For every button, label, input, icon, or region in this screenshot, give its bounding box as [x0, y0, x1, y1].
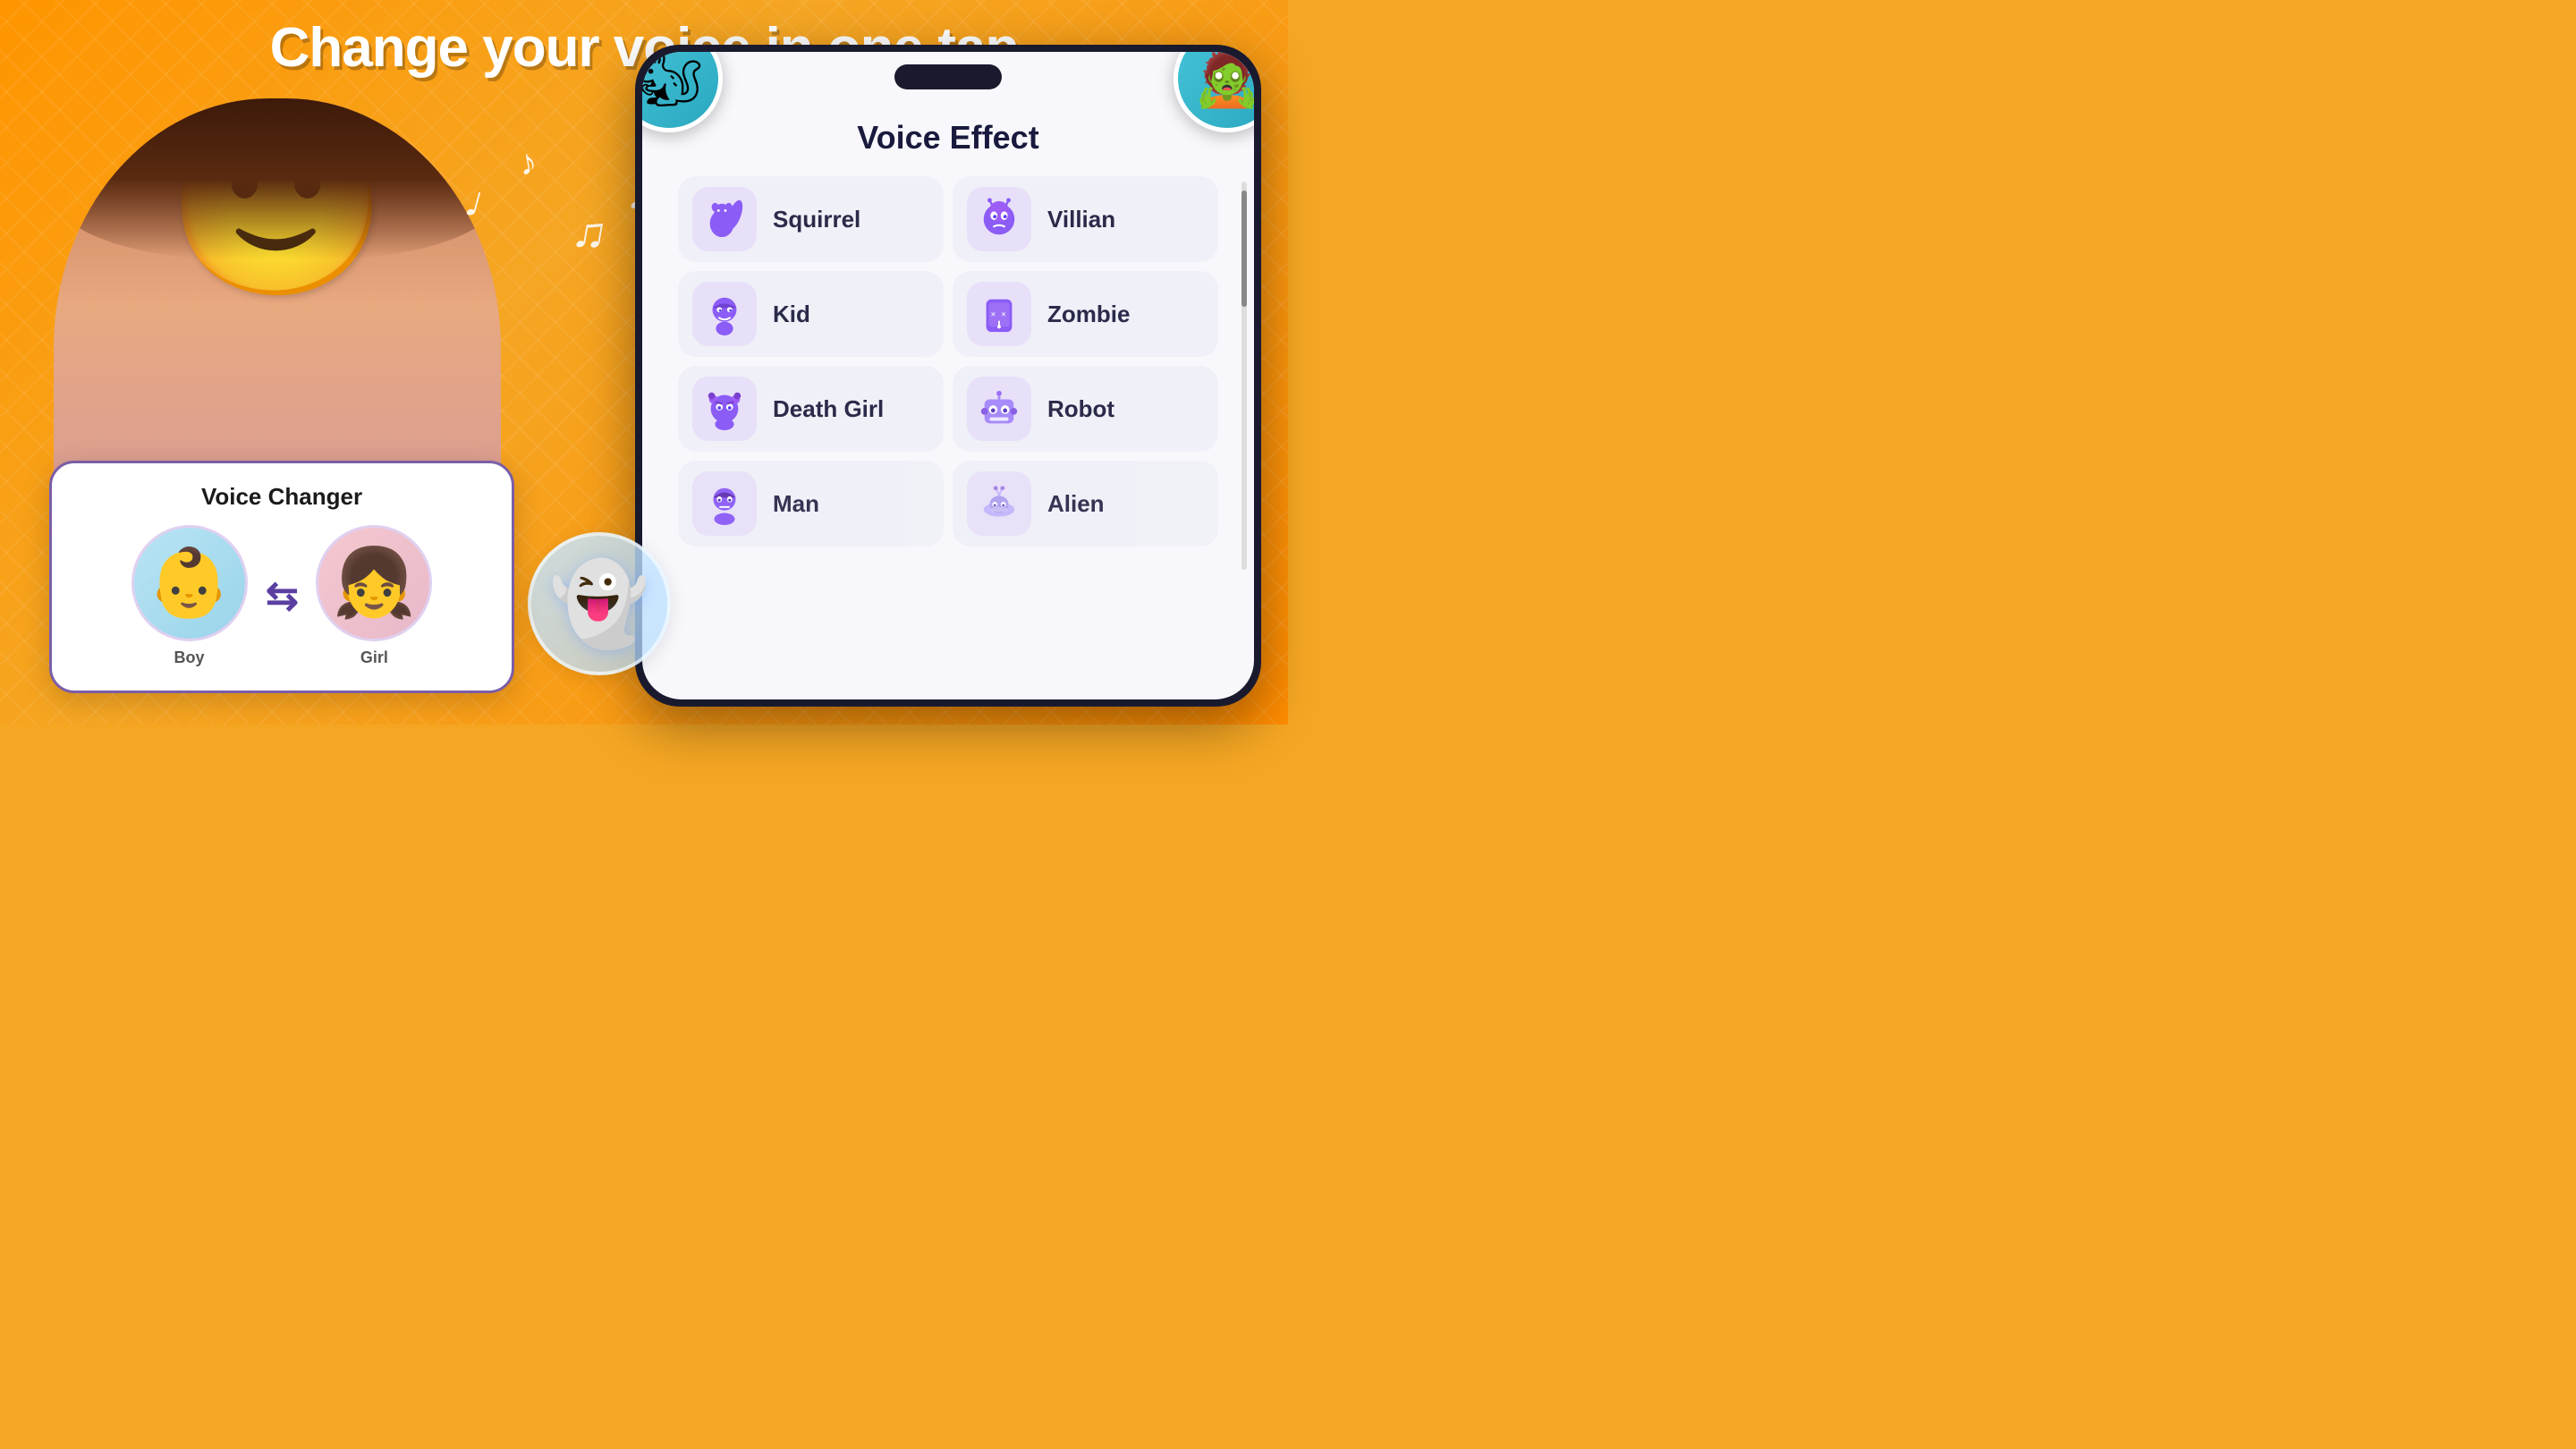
girl-label: Girl	[360, 648, 388, 667]
voice-changer-box: Voice Changer 👶 Boy ⇄ 👧 Girl	[49, 461, 514, 693]
effect-man[interactable]: Man	[678, 461, 944, 547]
swap-arrow[interactable]: ⇄	[266, 573, 299, 619]
villain-icon	[967, 187, 1031, 251]
effect-kid[interactable]: Kid	[678, 271, 944, 357]
voice-changer-row: 👶 Boy ⇄ 👧 Girl	[79, 525, 485, 667]
effect-robot[interactable]: Robot	[953, 366, 1218, 452]
ghost-bubble: 👻	[528, 532, 671, 675]
phone-inner: 🐿 🧟 Voice Effect	[642, 52, 1254, 699]
voice-effect-title: Voice Effect	[669, 119, 1227, 157]
scrollbar[interactable]	[1241, 182, 1247, 570]
effect-deathgirl[interactable]: Death Girl	[678, 366, 944, 452]
alien-label: Alien	[1047, 490, 1105, 518]
squirrel-label: Squirrel	[773, 206, 860, 233]
deathgirl-label: Death Girl	[773, 395, 884, 423]
man-icon	[692, 471, 757, 536]
svg-text:✕: ✕	[1001, 310, 1006, 318]
zombie-icon: ✕ ✕	[967, 282, 1031, 346]
phone-content: Voice Effect	[642, 52, 1254, 564]
robot-label: Robot	[1047, 395, 1114, 423]
voice-changer-title: Voice Changer	[79, 483, 485, 511]
zombie-label: Zombie	[1047, 301, 1130, 328]
effects-grid: Squirrel	[669, 176, 1227, 547]
svg-text:✕: ✕	[990, 310, 996, 318]
squirrel-icon	[692, 187, 757, 251]
man-label: Man	[773, 490, 819, 518]
effect-alien[interactable]: Alien	[953, 461, 1218, 547]
kid-label: Kid	[773, 301, 810, 328]
boy-label: Boy	[174, 648, 205, 667]
kid-icon	[692, 282, 757, 346]
villain-label: Villian	[1047, 206, 1115, 233]
phone-notch	[894, 64, 1002, 89]
robot-icon	[967, 377, 1031, 441]
phone-frame: 🐿 🧟 Voice Effect	[635, 45, 1261, 707]
girl-avatar[interactable]: 👧	[316, 525, 432, 641]
effect-squirrel[interactable]: Squirrel	[678, 176, 944, 262]
effect-villain[interactable]: Villian	[953, 176, 1218, 262]
alien-icon	[967, 471, 1031, 536]
deathgirl-icon	[692, 377, 757, 441]
boy-avatar[interactable]: 👶	[131, 525, 248, 641]
effect-zombie[interactable]: ✕ ✕ Zombie	[953, 271, 1218, 357]
